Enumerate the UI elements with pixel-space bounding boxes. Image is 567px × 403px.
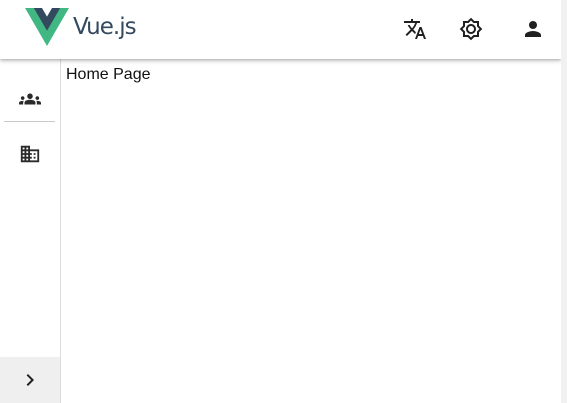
people-icon	[19, 93, 41, 105]
app-bar: Vue.js	[0, 0, 561, 59]
translate-button[interactable]	[397, 11, 433, 47]
sidebar-divider	[4, 121, 55, 122]
account-icon	[525, 21, 541, 37]
sidebar-item-users[interactable]	[0, 77, 60, 121]
logo-text: Vue.js	[73, 14, 137, 40]
main-content: Home Page	[66, 66, 151, 84]
vue-logo-icon	[25, 8, 69, 46]
domain-icon	[20, 145, 40, 163]
sidebar-expand-button[interactable]	[0, 357, 60, 403]
sidebar	[0, 59, 61, 403]
scrollbar-track[interactable]	[561, 0, 567, 403]
chevron-right-icon	[26, 374, 34, 386]
account-button[interactable]	[515, 11, 551, 47]
page-text: Home Page	[66, 66, 151, 83]
theme-toggle-button[interactable]	[453, 11, 489, 47]
vue-logo[interactable]: Vue.js	[25, 8, 137, 46]
translate-icon	[404, 19, 426, 39]
sidebar-item-organization[interactable]	[0, 132, 60, 176]
brightness-icon	[459, 17, 483, 41]
